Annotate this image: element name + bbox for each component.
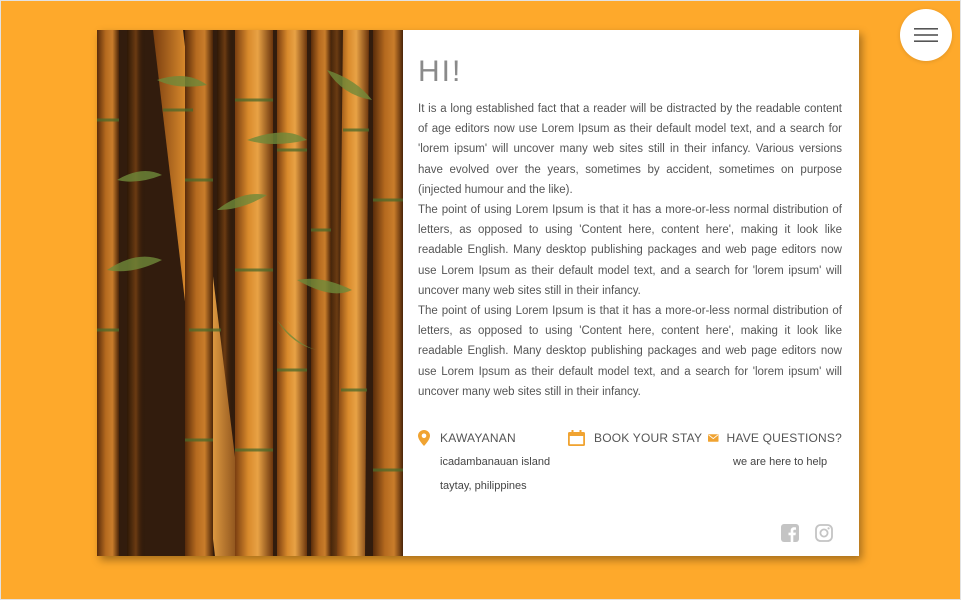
bamboo-illustration: [97, 30, 403, 556]
facebook-icon: [781, 524, 799, 542]
location-line-1: icadambanauan island: [440, 456, 551, 468]
facebook-link[interactable]: [781, 524, 801, 544]
menu-button[interactable]: [900, 9, 952, 61]
map-pin-icon: [418, 430, 430, 446]
calendar-icon: [568, 430, 585, 446]
contact-line-1: we are here to help: [733, 456, 828, 468]
location-line-2: taytay, philippines: [440, 480, 527, 492]
social-links: [781, 524, 835, 544]
bamboo-stalks-photo: [97, 30, 403, 556]
paragraph-2: The point of using Lorem Ipsum is that i…: [418, 204, 842, 297]
contact-title: HAVE QUESTIONS?: [726, 431, 842, 445]
instagram-link[interactable]: [815, 524, 835, 544]
greeting-heading: HI!: [418, 55, 463, 88]
intro-content: HI! It is a long established fact that a…: [418, 54, 842, 402]
location-info: KAWAYANAN icadambanauan island taytay, p…: [418, 428, 568, 498]
info-row: KAWAYANAN icadambanauan island taytay, p…: [418, 428, 842, 508]
body-text: It is a long established fact that a rea…: [418, 99, 842, 402]
contact-info: HAVE QUESTIONS? we are here to help: [708, 428, 842, 474]
booking-link[interactable]: BOOK YOUR STAY: [594, 431, 702, 445]
envelope-icon: [708, 434, 719, 442]
hamburger-menu-icon: [914, 28, 938, 42]
location-title: KAWAYANAN: [440, 431, 516, 445]
instagram-icon: [815, 524, 833, 542]
intro-card: HI! It is a long established fact that a…: [97, 30, 859, 556]
booking-info[interactable]: BOOK YOUR STAY: [568, 428, 708, 448]
paragraph-3: The point of using Lorem Ipsum is that i…: [418, 305, 842, 398]
paragraph-1: It is a long established fact that a rea…: [418, 103, 842, 196]
